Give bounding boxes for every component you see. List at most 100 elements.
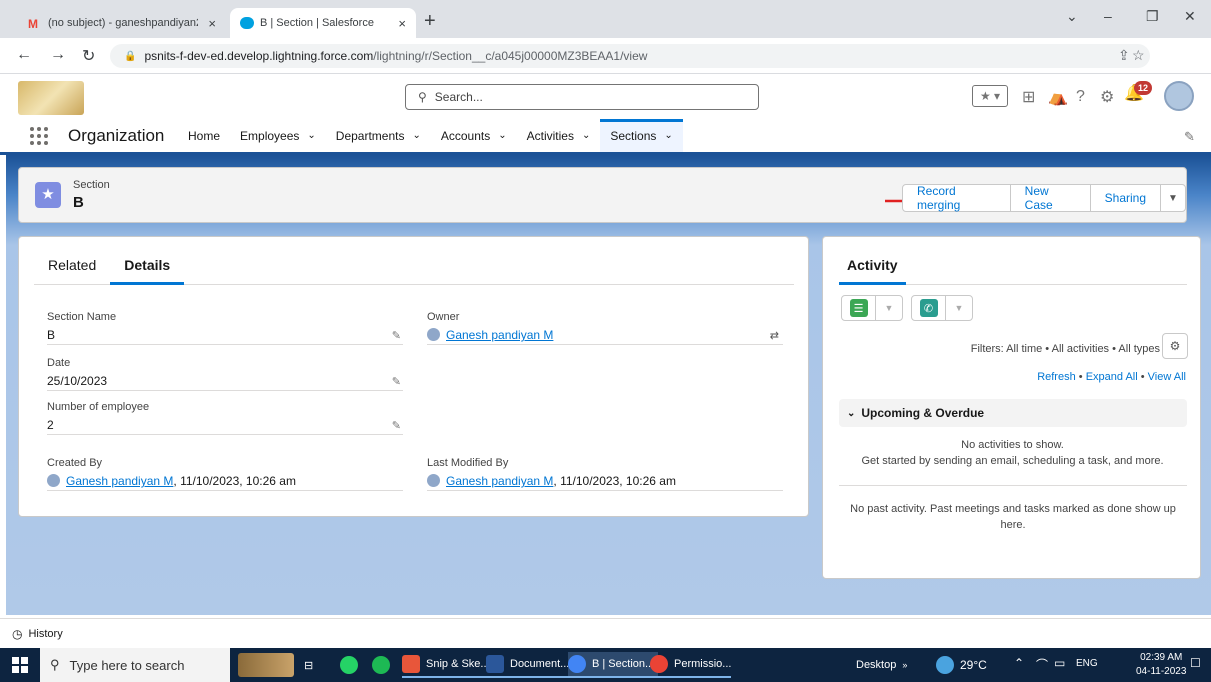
nav-item-departments[interactable]: Departments ⌄ — [326, 119, 431, 152]
more-actions-dropdown[interactable]: ▼ — [1160, 184, 1186, 212]
show-hidden-icons-icon[interactable]: ⌃ — [1014, 656, 1024, 670]
created-by-link[interactable]: Ganesh pandiyan M — [66, 474, 173, 488]
bookmark-star-icon[interactable]: ☆ — [1132, 47, 1145, 64]
tab-label: (no subject) - ganeshpandiyan2 — [48, 17, 198, 29]
nav-item-accounts[interactable]: Accounts ⌄ — [431, 119, 517, 152]
browser-tab-gmail[interactable]: M (no subject) - ganeshpandiyan2 × — [18, 8, 226, 38]
minimize-button[interactable]: – — [1104, 8, 1112, 24]
refresh-link[interactable]: Refresh — [1037, 371, 1076, 383]
tab-search-icon[interactable]: ⌄ — [1066, 8, 1078, 25]
desktop-toolbar[interactable]: Desktop» — [856, 652, 907, 678]
org-logo[interactable] — [18, 81, 84, 115]
tab-details[interactable]: Details — [110, 257, 185, 285]
last-modified-link[interactable]: Ganesh pandiyan M — [446, 474, 553, 488]
help-icon[interactable]: ? — [1076, 83, 1085, 111]
trailhead-icon[interactable]: ⛺ — [1048, 83, 1068, 111]
activity-links: Refresh • Expand All • View All — [1037, 371, 1186, 383]
edit-pencil-icon[interactable]: ✎ — [392, 375, 401, 388]
chevron-down-icon[interactable]: ⌄ — [498, 130, 506, 141]
user-avatar[interactable] — [1164, 81, 1194, 111]
reload-icon[interactable]: ↻ — [82, 46, 95, 66]
user-icon — [47, 474, 60, 487]
setup-gear-icon[interactable]: ⚙ — [1100, 83, 1114, 111]
divider — [839, 485, 1187, 486]
owner-link[interactable]: Ganesh pandiyan M — [446, 328, 553, 342]
favorites-button[interactable]: ★ ▾ — [972, 85, 1008, 107]
new-case-button[interactable]: New Case — [1009, 184, 1091, 212]
global-actions-icon[interactable]: ⊞ — [1022, 83, 1035, 111]
url-field[interactable]: 🔒 psnits-f-dev-ed.develop.lightning.forc… — [110, 44, 1150, 68]
share-icon[interactable]: ⇪ — [1118, 47, 1130, 64]
chevron-down-icon[interactable]: ⌄ — [307, 130, 315, 141]
restore-button[interactable]: ❐ — [1146, 8, 1159, 25]
expand-all-link[interactable]: Expand All — [1086, 371, 1138, 383]
taskbar-search-input[interactable]: ⚲ Type here to search — [40, 648, 230, 682]
chevron-down-icon[interactable]: ⌄ — [664, 130, 672, 141]
notifications-icon[interactable]: ☐ — [1190, 656, 1201, 670]
global-search-input[interactable]: ⚲ Search... — [405, 84, 759, 110]
user-icon — [427, 328, 440, 341]
weather-widget[interactable]: 29°C — [936, 652, 987, 678]
field-last-modified-by: Last Modified By Ganesh pandiyan M, 11/1… — [427, 457, 783, 491]
upcoming-overdue-section[interactable]: ⌄ Upcoming & Overdue — [839, 399, 1187, 427]
url-host: psnits-f-dev-ed.develop.lightning.force.… — [144, 49, 374, 63]
lock-icon: 🔒 — [124, 50, 137, 62]
field-number-of-employee: Number of employee 2 ✎ — [47, 401, 403, 435]
forward-arrow-icon[interactable]: → — [50, 46, 66, 64]
tab-related[interactable]: Related — [34, 257, 110, 285]
phone-icon: ✆ — [919, 299, 938, 317]
edit-pencil-icon[interactable]: ✎ — [392, 329, 401, 342]
taskbar-app-chrome-permission[interactable]: Permissio... — [650, 652, 732, 678]
sharing-button[interactable]: Sharing — [1089, 184, 1162, 212]
edit-nav-pencil-icon[interactable]: ✎ — [1184, 129, 1195, 145]
nav-item-sections[interactable]: Sections ⌄ — [600, 119, 683, 152]
new-task-button[interactable]: ☰ — [842, 296, 876, 320]
view-all-link[interactable]: View All — [1148, 371, 1186, 383]
chevron-down-icon[interactable]: ⌄ — [582, 130, 590, 141]
history-clock-icon: ◷ — [12, 626, 23, 641]
language-indicator[interactable]: ENG — [1076, 658, 1098, 669]
section-object-star-icon: ★ — [35, 182, 61, 208]
record-merging-button[interactable]: Record merging — [902, 184, 1011, 212]
taskbar-app-chrome-section[interactable]: B | Section... — [568, 652, 659, 678]
nav-items: Home Employees ⌄ Departments ⌄ Accounts ⌄ A… — [178, 119, 683, 152]
history-button[interactable]: History — [28, 628, 62, 640]
browser-tab-salesforce[interactable]: B | Section | Salesforce × — [230, 8, 416, 38]
task-view-icon[interactable]: ⊟ — [304, 652, 313, 678]
system-clock[interactable]: 02:39 AM 04-11-2023 — [1136, 651, 1186, 679]
taskbar-app-word[interactable]: Document... — [486, 652, 570, 678]
log-call-button-group: ✆ ▼ — [911, 295, 973, 321]
nav-item-activities[interactable]: Activities ⌄ — [517, 119, 601, 152]
network-icon[interactable]: ⌒ — [1036, 656, 1048, 673]
app-launcher-icon[interactable] — [30, 127, 48, 145]
edit-pencil-icon[interactable]: ✎ — [392, 419, 401, 432]
filter-settings-gear-icon[interactable]: ⚙ — [1162, 333, 1188, 359]
spotify-icon[interactable] — [372, 652, 396, 678]
call-dropdown-icon[interactable]: ▼ — [946, 296, 972, 320]
past-activity-message: No past activity. Past meetings and task… — [850, 503, 1176, 531]
task-dropdown-icon[interactable]: ▼ — [876, 296, 902, 320]
windows-start-icon[interactable] — [12, 657, 28, 673]
tab-activity[interactable]: Activity — [839, 257, 906, 285]
search-icon: ⚲ — [50, 657, 60, 672]
close-window-button[interactable]: ✕ — [1184, 8, 1196, 25]
nav-item-employees[interactable]: Employees ⌄ — [230, 119, 326, 152]
new-tab-button[interactable]: + — [424, 10, 436, 33]
back-arrow-icon[interactable]: ← — [16, 46, 32, 64]
whatsapp-icon[interactable] — [340, 652, 364, 678]
search-highlight-image[interactable] — [238, 652, 300, 678]
activity-card: Activity ☰ ▼ ✆ ▼ Filters: All time • All… — [822, 236, 1201, 579]
close-tab-icon[interactable]: × — [208, 16, 216, 31]
task-icon: ☰ — [849, 299, 868, 317]
global-header: ⚲ Search... ★ ▾ ⊞ ⛺ ? ⚙ 🔔 12 — [0, 75, 1211, 119]
battery-icon[interactable]: ▭ — [1054, 656, 1065, 670]
chevron-down-icon[interactable]: ⌄ — [412, 130, 420, 141]
gmail-icon: M — [28, 17, 38, 31]
nav-item-home[interactable]: Home — [178, 119, 230, 152]
close-tab-icon[interactable]: × — [398, 16, 406, 31]
log-call-button[interactable]: ✆ — [912, 296, 946, 320]
salesforce-cloud-icon — [240, 17, 254, 29]
change-owner-icon[interactable]: ⇄ — [770, 329, 779, 342]
notification-badge: 12 — [1134, 81, 1152, 95]
taskbar-app-snip[interactable]: Snip & Ske... — [402, 652, 490, 678]
